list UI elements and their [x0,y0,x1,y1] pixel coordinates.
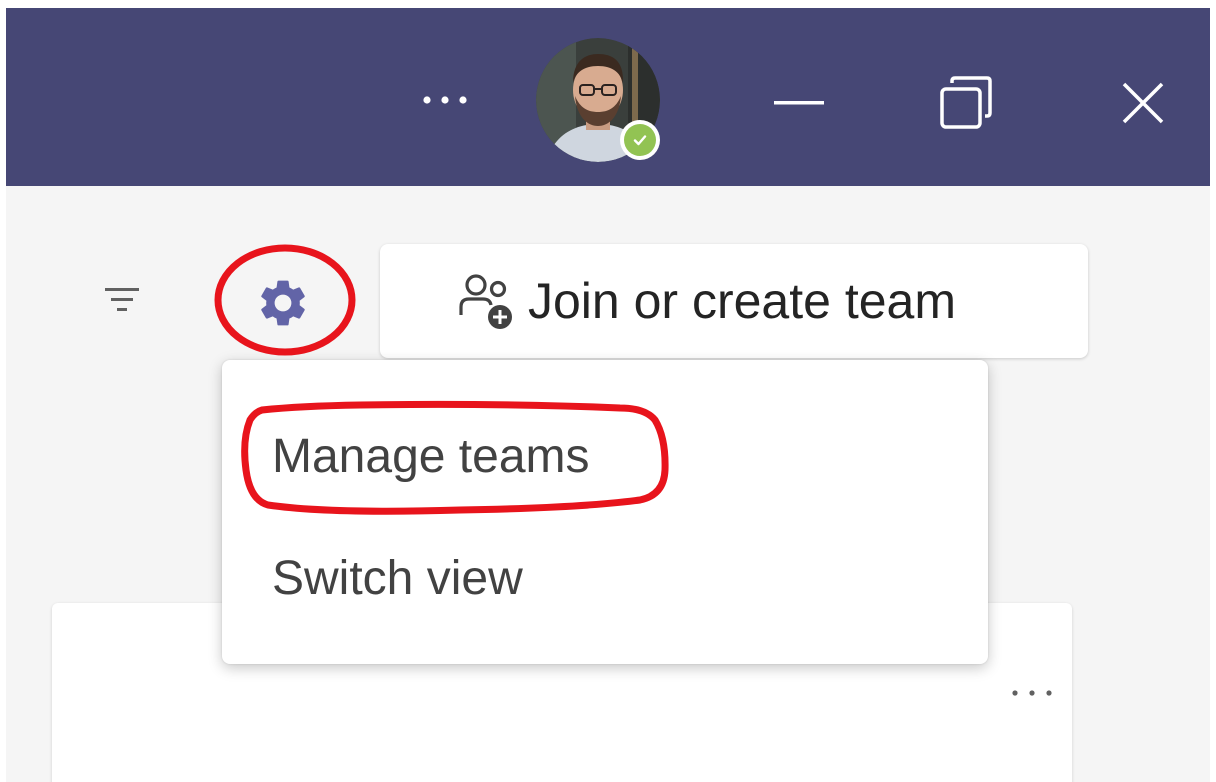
restore-icon [940,76,992,129]
more-options-button[interactable] [411,70,481,130]
checkmark-icon [633,135,647,146]
menu-item-label: Switch view [272,551,523,605]
more-horizontal-icon [1012,690,1052,696]
menu-item-switch-view[interactable]: Switch view [222,528,988,628]
menu-item-manage-teams[interactable]: Manage teams [222,406,988,506]
minimize-button[interactable] [754,63,844,143]
profile-avatar[interactable] [536,38,660,162]
restore-button[interactable] [921,63,1011,143]
settings-menu: Manage teams Switch view [222,360,988,664]
team-card-more-button[interactable] [1002,673,1062,713]
filter-icon [105,288,139,311]
title-bar [6,8,1210,186]
people-add-icon [454,269,518,333]
settings-button[interactable] [248,268,318,338]
close-button[interactable] [1098,63,1188,143]
menu-item-label: Manage teams [272,429,590,483]
presence-badge [620,120,660,160]
filter-button[interactable] [92,270,152,330]
more-horizontal-icon [423,96,467,104]
join-or-create-team-button[interactable]: Join or create team [380,244,1088,358]
gear-icon [261,280,305,326]
close-icon [1122,82,1164,124]
minimize-icon [774,101,824,105]
join-or-create-team-label: Join or create team [528,273,956,329]
teams-window: Join or create team Manage teams Switch … [0,0,1216,782]
